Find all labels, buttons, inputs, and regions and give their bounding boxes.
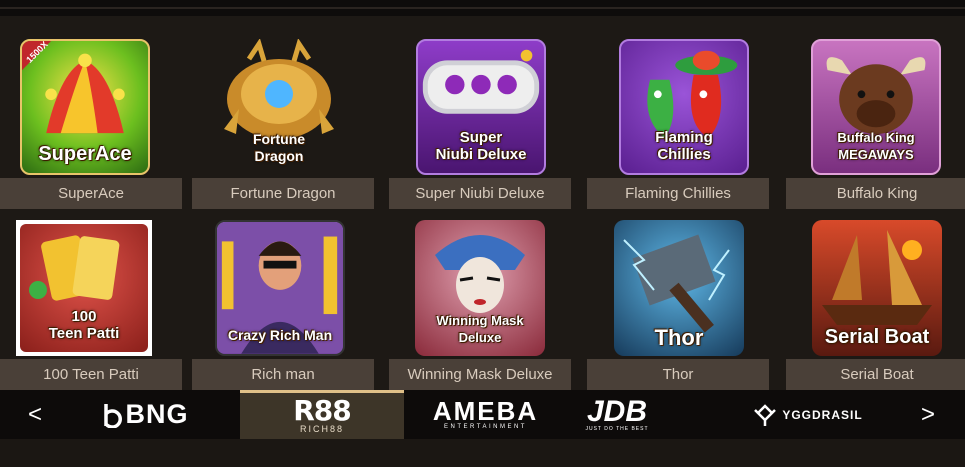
game-thumbnail[interactable]: Buffalo King MEGAWAYS: [811, 39, 941, 175]
game-label[interactable]: 100 Teen Patti: [0, 359, 182, 390]
game-thumbnail[interactable]: Crazy Rich Man: [215, 220, 345, 356]
provider-rich88[interactable]: R88 RICH88: [240, 390, 404, 439]
provider-subtitle: JUST DO THE BEST: [585, 425, 649, 432]
game-tile-thor[interactable]: Thor Thor: [587, 220, 769, 390]
provider-name: R88: [293, 394, 352, 427]
game-thumbnail[interactable]: Fortune Dragon: [214, 39, 344, 175]
game-art-title: Thor: [654, 325, 704, 350]
bottom-bar: [0, 439, 965, 467]
game-tile-100-teen-patti[interactable]: 100 Teen Patti 100 Teen Patti: [0, 220, 182, 390]
provider-name: AMEBA: [432, 395, 539, 426]
game-tile-fortune-dragon[interactable]: Fortune Dragon Fortune Dragon: [192, 39, 374, 209]
provider-subtitle: RICH88: [299, 424, 344, 434]
game-label[interactable]: Fortune Dragon: [192, 178, 374, 209]
provider-bng[interactable]: BNG: [85, 390, 205, 439]
game-label[interactable]: Rich man: [192, 359, 374, 390]
game-tile-serial-boat[interactable]: Serial Boat Serial Boat: [786, 220, 965, 390]
game-thumbnail[interactable]: 100 Teen Patti: [16, 220, 152, 356]
bng-logo-icon: [103, 403, 122, 428]
provider-bar: < BNG R88 RICH88 AMEBA ENTERTAINMENT JDB…: [0, 390, 965, 439]
top-bar: [0, 0, 965, 16]
game-art-title: Crazy Rich Man: [227, 327, 333, 343]
game-art-title: Winning Mask Deluxe: [436, 313, 524, 345]
game-art-title: Flaming Chillies: [655, 129, 713, 163]
provider-ameba[interactable]: AMEBA ENTERTAINMENT: [418, 390, 553, 439]
game-art-title: Fortune Dragon: [252, 131, 306, 164]
game-art-title: SuperAce: [38, 143, 132, 165]
game-thumbnail[interactable]: Super Niubi Deluxe: [416, 39, 546, 175]
game-thumbnail[interactable]: Serial Boat: [812, 220, 942, 356]
game-tile-winning-mask-deluxe[interactable]: Winning Mask Deluxe Winning Mask Deluxe: [389, 220, 571, 390]
game-label[interactable]: Super Niubi Deluxe: [389, 178, 571, 209]
yggdrasil-tree-icon: [754, 403, 777, 426]
game-art-title: Super Niubi Deluxe: [435, 129, 527, 163]
game-label[interactable]: Winning Mask Deluxe: [389, 359, 571, 390]
provider-name: JDB: [586, 394, 647, 428]
game-thumbnail[interactable]: 1500X SuperAce: [20, 39, 150, 175]
game-thumbnail[interactable]: Thor: [614, 220, 744, 356]
game-thumbnail[interactable]: Flaming Chillies: [619, 39, 749, 175]
game-tile-super-niubi-deluxe[interactable]: Super Niubi Deluxe Super Niubi Deluxe: [389, 39, 571, 209]
prev-arrow-button[interactable]: <: [20, 390, 50, 439]
game-art-title: Buffalo King MEGAWAYS: [837, 130, 915, 162]
game-thumbnail[interactable]: Winning Mask Deluxe: [415, 220, 545, 356]
game-label[interactable]: Thor: [587, 359, 769, 390]
game-art-title: Serial Boat: [824, 326, 930, 348]
provider-subtitle: ENTERTAINMENT: [444, 423, 527, 430]
game-tile-rich-man[interactable]: Crazy Rich Man Rich man: [192, 220, 374, 390]
game-label[interactable]: Serial Boat: [786, 359, 965, 390]
game-label[interactable]: SuperAce: [0, 178, 182, 209]
game-tile-superace[interactable]: 1500X SuperAce SuperAce: [0, 39, 182, 209]
game-tile-buffalo-king[interactable]: Buffalo King MEGAWAYS Buffalo King: [786, 39, 965, 209]
provider-name: YGGDRASIL: [782, 407, 863, 422]
provider-jdb[interactable]: JDB JUST DO THE BEST: [582, 390, 652, 439]
next-arrow-button[interactable]: >: [913, 390, 943, 439]
provider-yggdrasil[interactable]: YGGDRASIL: [745, 390, 870, 439]
game-label[interactable]: Flaming Chillies: [587, 178, 769, 209]
game-art-title: 100 Teen Patti: [48, 308, 120, 342]
provider-name: BNG: [125, 399, 189, 429]
game-label[interactable]: Buffalo King: [786, 178, 965, 209]
game-grid: 1500X SuperAce SuperAce Fortune Dragon F…: [0, 16, 965, 390]
game-tile-flaming-chillies[interactable]: Flaming Chillies Flaming Chillies: [587, 39, 769, 209]
